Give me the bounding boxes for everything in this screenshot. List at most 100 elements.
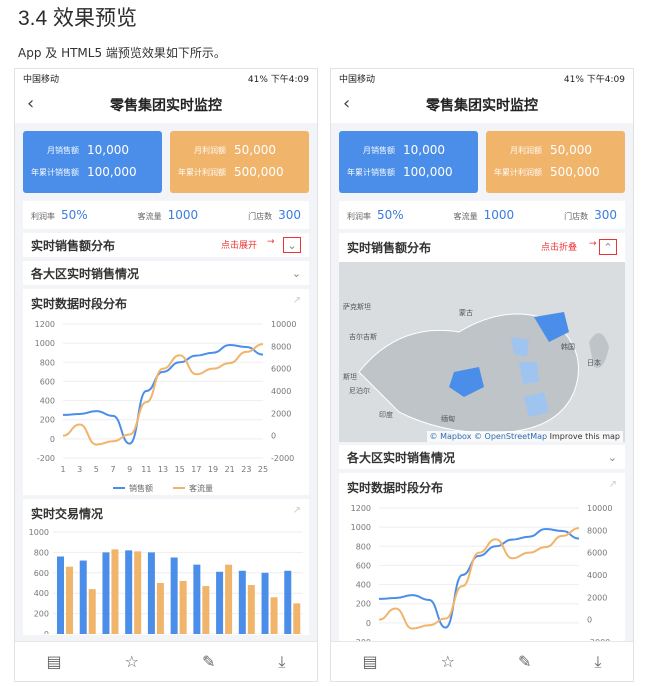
- time-label: 下午4:09: [586, 74, 625, 85]
- doc-icon[interactable]: ▤: [47, 652, 62, 671]
- bar: [125, 550, 133, 634]
- download-icon[interactable]: ⤓: [594, 652, 601, 672]
- y-tick-label: 1000: [351, 523, 371, 532]
- chevron-down-icon[interactable]: ⌄: [608, 451, 617, 464]
- section-title: 各大区实时销售情况: [347, 450, 456, 465]
- card-label: 月利润额: [194, 145, 226, 155]
- nav-bar: ‹ 零售集团实时监控: [15, 87, 317, 123]
- kpi-item: 利润率 50%: [347, 208, 404, 222]
- bar: [193, 564, 201, 634]
- panel-title: 实时数据时段分布: [31, 297, 128, 311]
- chevron-down-icon[interactable]: ⌄: [292, 267, 301, 280]
- page-title: 零售集团实时监控: [110, 98, 222, 114]
- panel-title: 实时交易情况: [31, 507, 104, 521]
- star-icon[interactable]: ☆: [441, 652, 455, 671]
- y2-tick-label: 4000: [587, 571, 607, 580]
- bar: [111, 549, 119, 634]
- y-tick-label: 600: [34, 569, 49, 578]
- pencil-icon[interactable]: ✎: [518, 652, 531, 671]
- y-tick-label: 0: [366, 619, 371, 628]
- bar: [134, 551, 142, 634]
- card-value: 500,000: [234, 165, 284, 179]
- line-chart: 120010008006004002000-200100008000600040…: [35, 320, 297, 493]
- y-tick-label: 800: [34, 548, 49, 557]
- card-value: 10,000: [403, 143, 445, 157]
- status-bar: 中国移动 41% 下午4:09: [15, 69, 317, 87]
- series-line: [62, 343, 264, 446]
- card-value: 500,000: [550, 165, 600, 179]
- download-icon[interactable]: ⤓: [278, 652, 285, 672]
- x-tick-label: 25: [258, 465, 268, 474]
- bar: [147, 552, 155, 634]
- back-icon[interactable]: ‹: [343, 93, 350, 114]
- nav-bar: ‹ 零售集团实时监控: [331, 87, 633, 123]
- x-tick-label: 23: [241, 465, 251, 474]
- doc-icon[interactable]: ▤: [363, 652, 378, 671]
- kpi-item: 门店数 300: [248, 208, 301, 222]
- section-regions[interactable]: 各大区实时销售情况 ⌄: [339, 445, 625, 469]
- y2-tick-label: 8000: [587, 526, 607, 535]
- bar: [284, 570, 292, 634]
- y2-tick-label: -2000: [271, 454, 294, 463]
- map-label: 吉尔吉斯: [349, 333, 377, 341]
- card-label: 年累计利润额: [494, 167, 542, 177]
- card-value: 100,000: [87, 165, 137, 179]
- expand-chevron-icon[interactable]: ⌄: [283, 237, 301, 253]
- bar: [170, 557, 178, 634]
- y-tick-label: 400: [34, 589, 49, 598]
- expand-arrow-icon[interactable]: ↗: [293, 295, 301, 312]
- map-attribution[interactable]: © Mapbox © OpenStreetMap Improve this ma…: [426, 431, 623, 442]
- trade-panel: 实时交易情况 ↗ 1000 800 600 400 200 0: [23, 499, 309, 639]
- legend-label: 客流量: [189, 483, 213, 492]
- kpi-row: 利润率 50% 客流量 1000 门店数 300: [339, 201, 625, 229]
- bar: [261, 572, 269, 634]
- expand-arrow-icon[interactable]: ↗: [609, 479, 617, 496]
- section-sales-dist[interactable]: 实时销售额分布 点击展开 → ⌄: [23, 233, 309, 257]
- summary-cards: 月销售额 10,000 年累计销售额 100,000 月利润额 50,000 年累计利…: [331, 123, 633, 193]
- map-label: 日本: [587, 359, 601, 367]
- doc-title: 3.4 效果预览: [18, 7, 138, 30]
- back-icon[interactable]: ‹: [27, 93, 34, 114]
- card-label: 月销售额: [363, 145, 395, 155]
- collapse-chevron-icon[interactable]: ⌃: [599, 239, 617, 255]
- y-tick-label: 1000: [35, 339, 55, 348]
- card-label: 月利润额: [510, 145, 542, 155]
- bar: [202, 586, 210, 634]
- x-tick-label: 21: [225, 465, 235, 474]
- kpi-item: 客流量 1000: [453, 208, 515, 222]
- annotation-expand: 点击展开: [221, 241, 258, 251]
- section-regions[interactable]: 各大区实时销售情况 ⌄: [23, 261, 309, 285]
- y-tick-label: 1200: [351, 504, 371, 513]
- card-value: 50,000: [550, 143, 592, 157]
- map-label: 缅甸: [441, 415, 455, 423]
- star-icon[interactable]: ☆: [125, 652, 139, 671]
- pencil-icon[interactable]: ✎: [202, 652, 215, 671]
- map-label: 尼泊尔: [349, 387, 370, 395]
- bar: [102, 552, 110, 634]
- y-tick-label: 800: [356, 542, 371, 551]
- y2-tick-label: 10000: [271, 320, 296, 329]
- x-tick-label: 3: [77, 465, 82, 474]
- card-value: 50,000: [234, 143, 276, 157]
- summary-cards: 月销售额 10,000 年累计销售额 100,000 月利润额 50,000 年累计利…: [15, 123, 317, 193]
- card-label: 年累计销售额: [347, 167, 395, 177]
- battery-label: 41%: [247, 74, 268, 85]
- bottom-toolbar: ▤ ☆ ✎ ⤓: [15, 641, 317, 681]
- page-title: 零售集团实时监控: [426, 98, 538, 114]
- annotation-arrow: →: [589, 239, 597, 249]
- china-map[interactable]: 萨克斯坦 蒙古 韩国 日本 斯坦 印度 缅甸 吉尔吉斯 尼泊尔 © Mapbox…: [339, 262, 625, 442]
- y-tick-label: 0: [50, 435, 55, 444]
- status-bar: 中国移动 41% 下午4:09: [331, 69, 633, 87]
- bar: [79, 560, 87, 634]
- card-value: 100,000: [403, 165, 453, 179]
- kpi-item: 利润率 50%: [31, 208, 88, 222]
- y-tick-label: 1200: [35, 320, 55, 329]
- expand-arrow-icon[interactable]: ↗: [293, 505, 301, 522]
- annotation-collapse: 点击折叠: [541, 243, 578, 253]
- y2-tick-label: 6000: [271, 365, 291, 374]
- x-tick-label: 7: [110, 465, 115, 474]
- y-tick-label: -200: [37, 454, 55, 463]
- card-label: 年累计销售额: [31, 167, 79, 177]
- sales-dist-panel: 实时销售额分布 点击折叠 → ⌃ 萨克斯坦 蒙古 韩国 日本 斯坦 印度 缅甸 …: [339, 233, 625, 442]
- x-tick-label: 19: [208, 465, 218, 474]
